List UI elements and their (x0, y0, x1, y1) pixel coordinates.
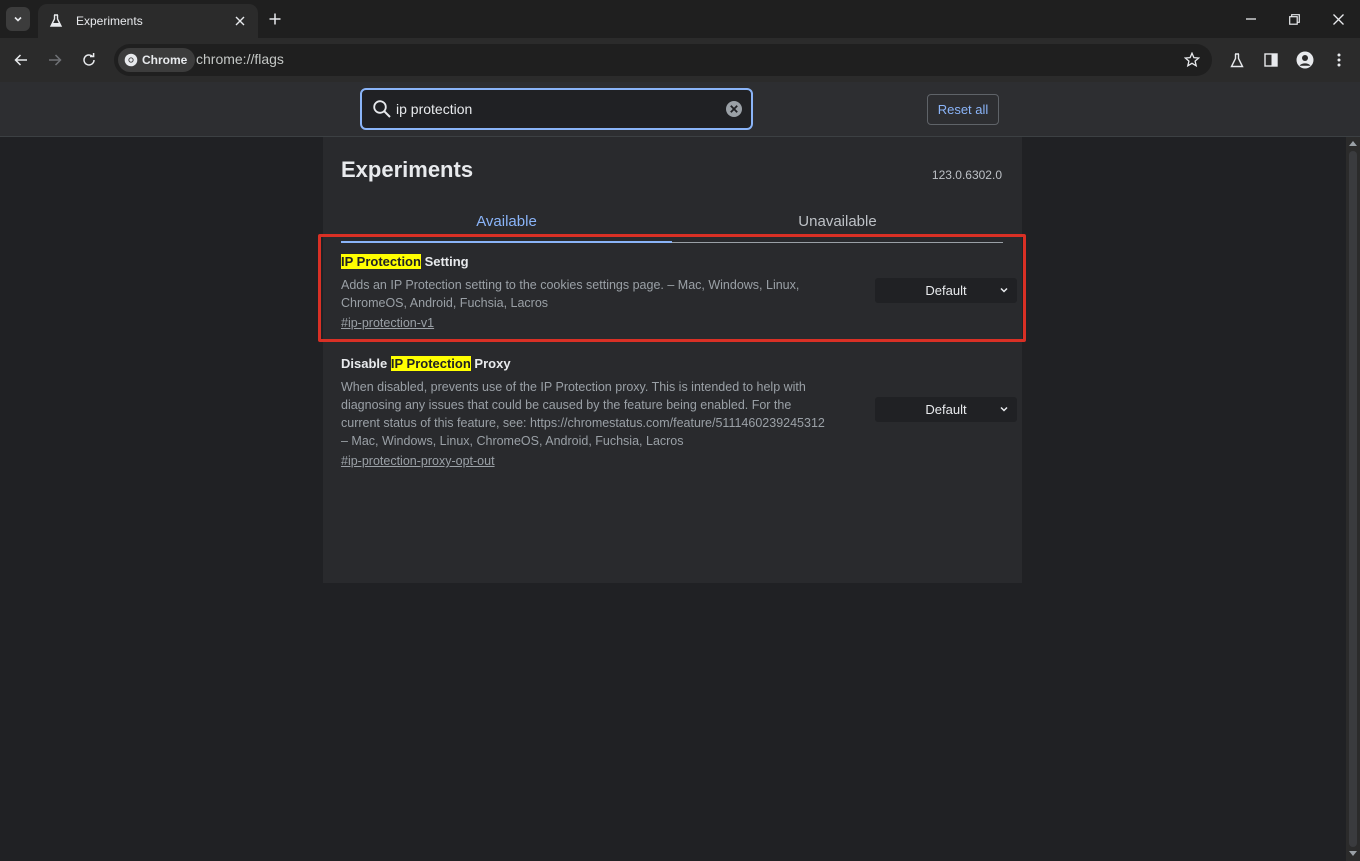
flag-title-rest: Setting (420, 254, 469, 269)
reload-button[interactable] (75, 46, 103, 74)
new-tab-button[interactable] (264, 8, 286, 30)
flag-description: Adds an IP Protection setting to the coo… (341, 278, 800, 310)
scrollbar-thumb[interactable] (1349, 151, 1357, 847)
minimize-button[interactable] (1238, 6, 1264, 32)
flag-anchor-link[interactable]: #ip-protection-v1 (341, 316, 434, 330)
flags-search-input[interactable] (396, 98, 716, 120)
more-menu-icon[interactable] (1327, 48, 1351, 72)
search-highlight: IP Protection (390, 356, 471, 371)
close-icon (1332, 13, 1344, 25)
restore-button[interactable] (1281, 6, 1307, 32)
clear-search-icon[interactable] (725, 100, 743, 118)
tab-experiments[interactable]: Experiments (38, 4, 258, 38)
flag-title: Disable IP Protection Proxy (341, 356, 1003, 371)
flag-title-prefix: Disable (341, 356, 391, 371)
chevron-down-icon (1000, 406, 1008, 412)
flags-search-box[interactable] (360, 88, 753, 130)
tab-available[interactable]: Available (341, 213, 672, 230)
flag-title: IP Protection Setting (341, 254, 1003, 269)
restore-icon (1288, 13, 1300, 25)
reload-icon (83, 53, 95, 66)
bookmark-star-icon[interactable] (1182, 50, 1202, 70)
flag-item-ip-protection-setting: IP Protection Setting Adds an IP Protect… (341, 254, 1017, 332)
flag-description: When disabled, prevents use of the IP Pr… (341, 380, 825, 448)
flag-item-disable-ip-protection-proxy: Disable IP Protection Proxy When disable… (341, 356, 1017, 470)
forward-button[interactable] (41, 46, 69, 74)
select-value: Default (925, 283, 967, 298)
address-bar[interactable]: Chrome chrome://flags (114, 44, 1212, 76)
plus-icon (269, 13, 281, 25)
flags-header: Reset all (0, 82, 1360, 137)
flag-anchor-link[interactable]: #ip-protection-proxy-opt-out (341, 454, 495, 468)
side-panel-icon[interactable] (1259, 48, 1283, 72)
toolbar: Chrome chrome://flags (0, 38, 1360, 82)
flags-tabs: Available Unavailable (341, 209, 1003, 243)
reset-all-button[interactable]: Reset all (927, 94, 999, 125)
search-highlight: IP Protection (341, 254, 421, 269)
scroll-down-arrow-icon[interactable] (1349, 851, 1357, 856)
flag-state-select[interactable]: Default (875, 278, 1017, 303)
flask-icon (48, 13, 64, 29)
tab-strip: Experiments (0, 0, 1360, 38)
minimize-icon (1246, 18, 1256, 20)
chevron-down-icon (14, 16, 22, 22)
back-arrow-icon (14, 54, 27, 66)
tab-unavailable[interactable]: Unavailable (672, 213, 1003, 230)
tab-search-button[interactable] (6, 7, 30, 31)
version-label: 123.0.6302.0 (931, 168, 1002, 182)
site-info-chip[interactable]: Chrome (118, 48, 196, 72)
scroll-up-arrow-icon[interactable] (1349, 141, 1357, 146)
page-title: Experiments (341, 157, 474, 182)
forward-arrow-icon (49, 54, 62, 66)
close-window-button[interactable] (1325, 6, 1351, 32)
chevron-down-icon (1000, 287, 1008, 293)
flag-state-select[interactable]: Default (875, 397, 1017, 422)
page-scrollbar[interactable] (1346, 137, 1360, 861)
back-button[interactable] (7, 46, 35, 74)
labs-flask-icon[interactable] (1225, 48, 1249, 72)
chrome-logo-icon (124, 53, 138, 67)
chip-label: Chrome (142, 53, 188, 67)
experiments-panel: Experiments 123.0.6302.0 Available Unava… (323, 137, 1022, 583)
active-tab-indicator (341, 241, 672, 243)
tab-title: Experiments (76, 14, 143, 28)
profile-avatar-icon[interactable] (1293, 48, 1317, 72)
select-value: Default (925, 402, 967, 417)
flag-title-rest: Proxy (470, 356, 511, 371)
search-icon (373, 100, 391, 118)
url-text[interactable]: chrome://flags (196, 51, 284, 67)
close-tab-icon[interactable] (232, 13, 248, 29)
